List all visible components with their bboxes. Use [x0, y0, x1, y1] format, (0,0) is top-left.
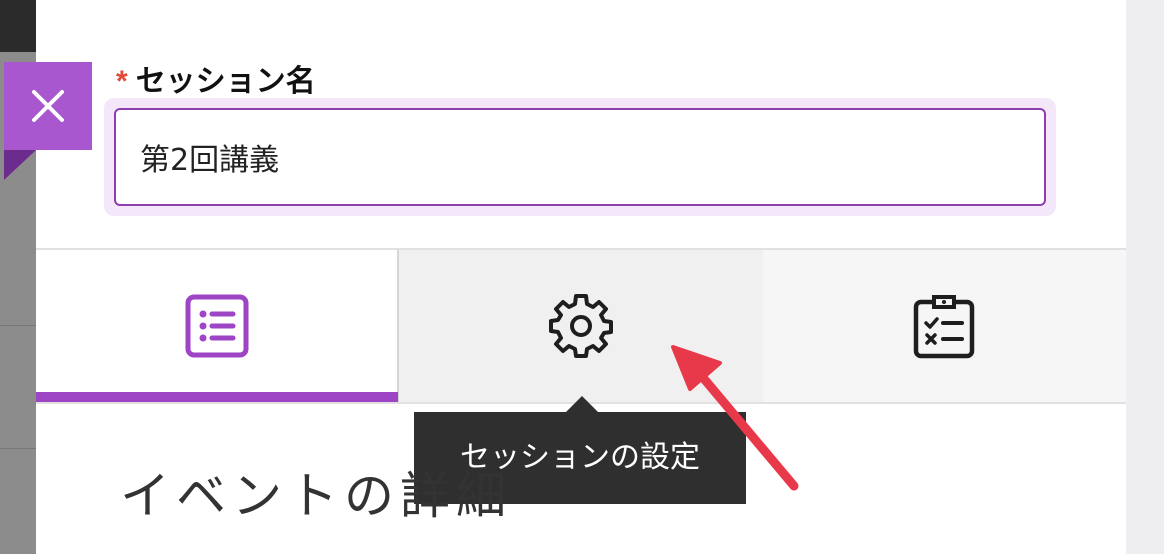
background-dark-block: [0, 0, 36, 52]
gear-icon: [548, 294, 613, 358]
tab-selected-indicator: [36, 392, 398, 402]
background-divider: [0, 325, 36, 326]
tab-session-settings[interactable]: [399, 250, 763, 402]
close-icon: [32, 90, 64, 122]
clipboard-checklist-icon: [914, 295, 975, 359]
background-divider: [0, 448, 36, 449]
required-mark: *: [116, 65, 128, 98]
session-name-input[interactable]: [114, 108, 1046, 206]
session-name-label: * セッション名: [116, 62, 316, 102]
session-name-label-text: セッション名: [135, 65, 316, 98]
tab-details[interactable]: [36, 250, 400, 402]
close-button-fold: [4, 150, 36, 180]
scrollbar-track[interactable]: [1126, 0, 1164, 554]
close-button[interactable]: [4, 62, 92, 150]
tooltip-pointer: [566, 396, 598, 412]
event-details-heading: イベントの詳細: [120, 467, 512, 525]
tab-attendance[interactable]: [762, 250, 1126, 402]
panel-tabs: [36, 248, 1126, 404]
list-icon: [185, 294, 249, 358]
